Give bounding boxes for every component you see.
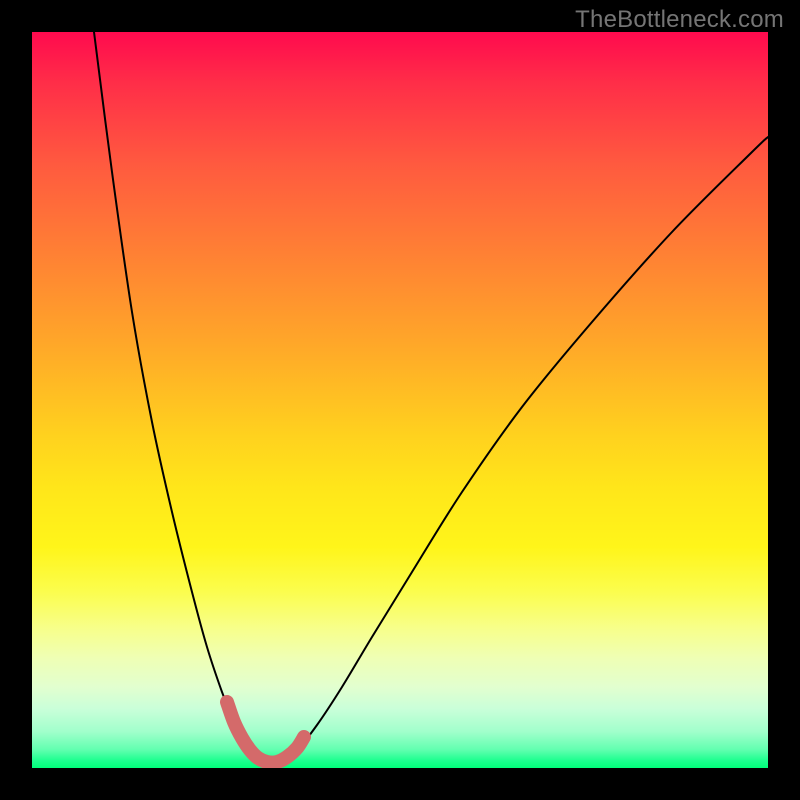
minimum-highlight: [227, 702, 304, 763]
chart-container: TheBottleneck.com: [0, 0, 800, 800]
plot-area: [32, 32, 768, 768]
bottleneck-curve: [94, 32, 768, 761]
curve-layer: [32, 32, 768, 768]
watermark-label: TheBottleneck.com: [575, 6, 784, 34]
